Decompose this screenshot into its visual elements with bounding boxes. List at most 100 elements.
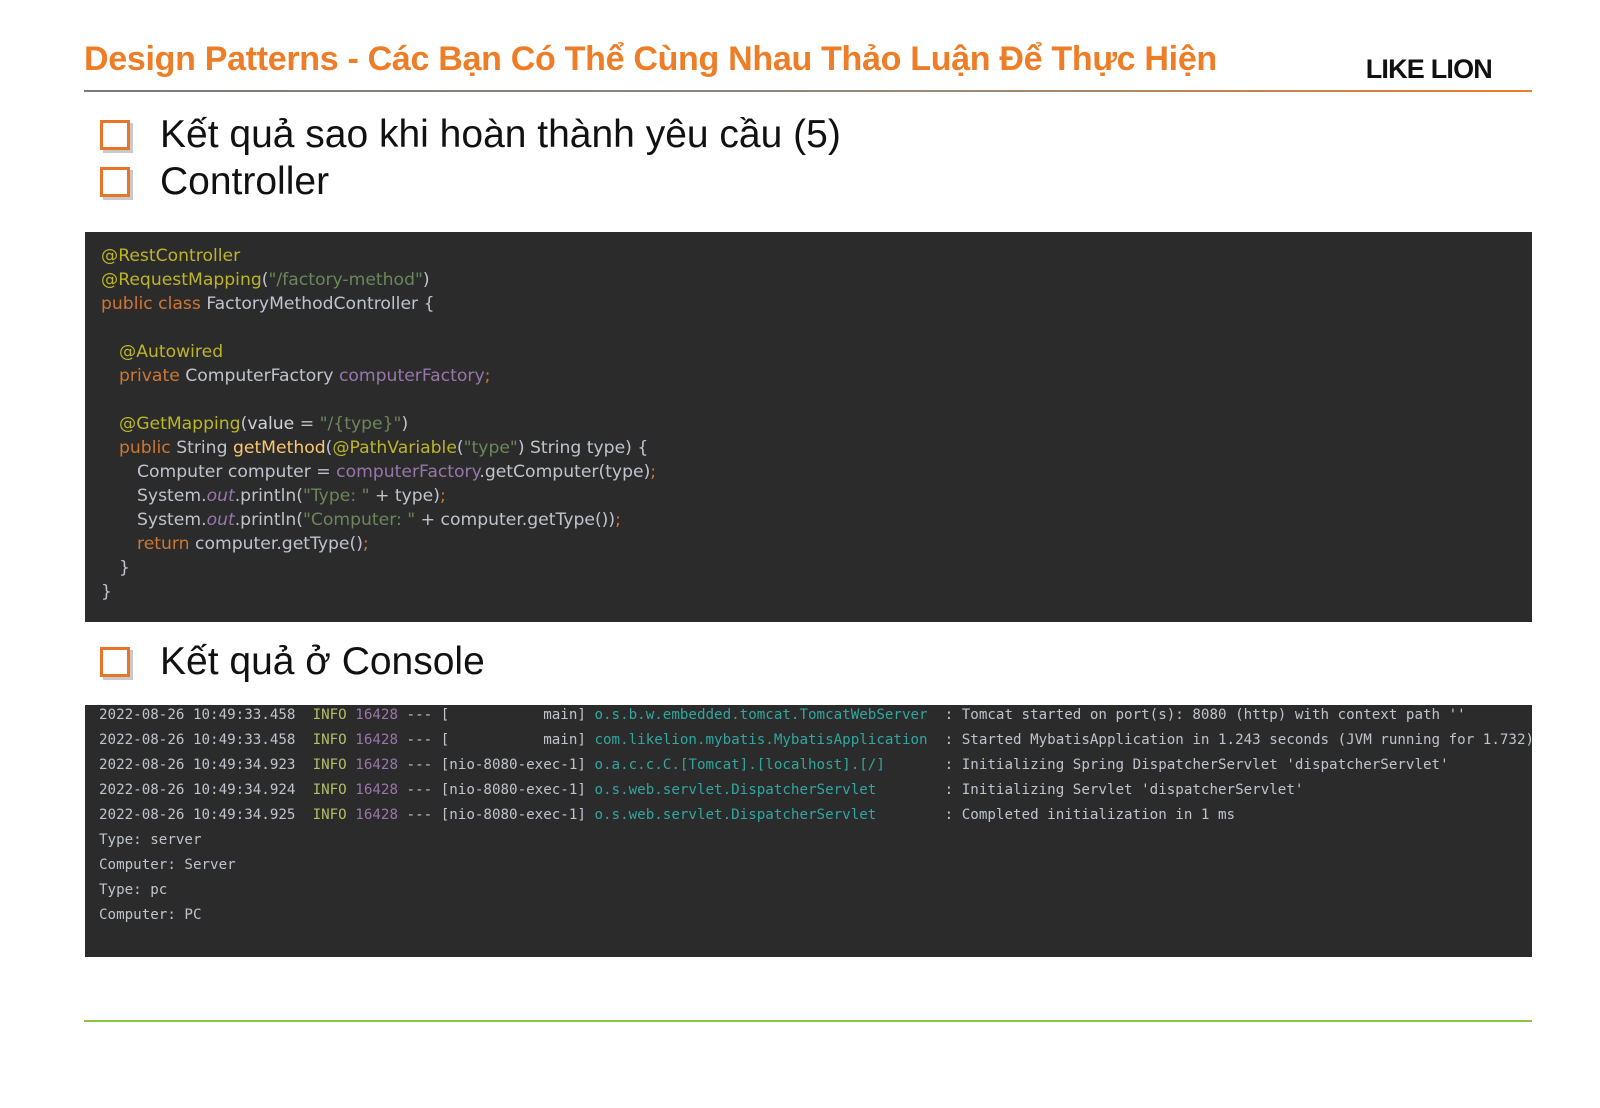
code-line: private ComputerFactory computerFactory; bbox=[119, 364, 490, 388]
log-thread: --- [nio-8080-exec-1] bbox=[398, 807, 595, 823]
code-token: return bbox=[137, 534, 196, 554]
bullet-text: Controller bbox=[160, 160, 330, 203]
code-token: ) String type) { bbox=[517, 438, 649, 458]
console-stdout-line: Type: pc bbox=[99, 882, 168, 898]
console-stdout-line: Type: server bbox=[99, 832, 202, 848]
log-pid: 16428 bbox=[355, 757, 398, 773]
code-token: computer.getType() bbox=[195, 534, 363, 554]
header-divider bbox=[84, 90, 1532, 92]
code-line: } bbox=[119, 556, 130, 580]
code-line: Computer computer = computerFactory.getC… bbox=[137, 460, 656, 484]
code-line: } bbox=[101, 580, 112, 604]
footer-divider bbox=[84, 1020, 1532, 1022]
log-pid: 16428 bbox=[355, 807, 398, 823]
code-token: computerFactory bbox=[338, 366, 485, 386]
checkbox-bullet-icon bbox=[100, 167, 130, 197]
bullet-text: Kết quả sao khi hoàn thành yêu cầu (5) bbox=[160, 113, 841, 156]
log-timestamp: 2022-08-26 10:49:33.458 bbox=[99, 732, 296, 748]
code-line: @GetMapping(value = "/{type}") bbox=[119, 412, 408, 436]
log-thread: --- [nio-8080-exec-1] bbox=[398, 757, 595, 773]
code-token: @RequestMapping bbox=[101, 270, 262, 290]
code-token: ; bbox=[615, 510, 621, 530]
code-token: ; bbox=[362, 534, 369, 554]
log-timestamp: 2022-08-26 10:49:33.458 bbox=[99, 707, 296, 723]
code-token: public bbox=[119, 438, 177, 458]
code-token: @PathVariable bbox=[332, 438, 457, 458]
console-output: 2022-08-26 10:49:33.458 INFO 16428 --- [… bbox=[85, 705, 1532, 957]
log-message: : Completed initialization in 1 ms bbox=[936, 807, 1236, 823]
checkbox-bullet-icon bbox=[100, 647, 130, 677]
code-token: computerFactory bbox=[336, 462, 480, 482]
log-message: : Initializing Servlet 'dispatcherServle… bbox=[936, 782, 1304, 798]
console-stdout-line: Computer: Server bbox=[99, 857, 236, 873]
code-token: "type" bbox=[463, 438, 518, 458]
code-token: } bbox=[119, 558, 130, 578]
code-token: FactoryMethodController { bbox=[206, 294, 435, 314]
log-logger: o.s.web.servlet.DispatcherServlet bbox=[594, 782, 937, 798]
code-token: "Computer: " bbox=[302, 510, 416, 530]
code-token: out bbox=[206, 486, 235, 506]
slide-title: Design Patterns - Các Bạn Có Thể Cùng Nh… bbox=[84, 40, 1217, 78]
log-message: : Initializing Spring DispatcherServlet … bbox=[936, 757, 1449, 773]
log-thread: --- [ main] bbox=[398, 732, 595, 748]
log-level: INFO bbox=[312, 732, 347, 748]
log-pid: 16428 bbox=[355, 707, 398, 723]
code-line: @Autowired bbox=[119, 340, 223, 364]
log-level: INFO bbox=[312, 807, 347, 823]
code-line: public class FactoryMethodController { bbox=[101, 292, 435, 316]
code-token: "/factory-method" bbox=[268, 270, 423, 290]
code-token: ) bbox=[401, 414, 409, 434]
log-thread: --- [nio-8080-exec-1] bbox=[398, 782, 595, 798]
code-token: + computer.getType()) bbox=[415, 510, 616, 530]
code-block: @RestController @RequestMapping("/factor… bbox=[85, 232, 1532, 622]
log-message: : Started MybatisApplication in 1.243 se… bbox=[936, 732, 1532, 748]
log-logger: o.a.c.c.C.[Tomcat].[localhost].[/] bbox=[594, 757, 937, 773]
bullet-controller-heading: Controller bbox=[100, 160, 329, 204]
code-token: .println( bbox=[234, 510, 303, 530]
log-level: INFO bbox=[312, 782, 347, 798]
console-log-line: 2022-08-26 10:49:34.924 INFO 16428 --- [… bbox=[99, 780, 1303, 800]
code-token: @Autowired bbox=[119, 342, 224, 362]
code-token: value bbox=[247, 414, 295, 434]
code-token: getMethod bbox=[232, 438, 326, 458]
log-level: INFO bbox=[312, 757, 347, 773]
code-token: String bbox=[176, 438, 233, 458]
log-thread: --- [ main] bbox=[398, 707, 595, 723]
code-token: out bbox=[206, 510, 235, 530]
code-token: .println( bbox=[234, 486, 303, 506]
code-token: + type) bbox=[369, 486, 440, 506]
console-log-line: 2022-08-26 10:49:34.923 INFO 16428 --- [… bbox=[99, 755, 1449, 775]
bullet-result-heading: Kết quả sao khi hoàn thành yêu cầu (5) bbox=[100, 113, 841, 157]
code-token: "Type: " bbox=[302, 486, 370, 506]
checkbox-bullet-icon bbox=[100, 120, 130, 150]
code-token: "/{type}" bbox=[319, 414, 402, 434]
log-message: : Tomcat started on port(s): 8080 (http)… bbox=[936, 707, 1466, 723]
code-line: @RestController bbox=[101, 244, 240, 268]
code-token: ; bbox=[484, 366, 491, 386]
code-token: .getComputer(type) bbox=[479, 462, 651, 482]
code-line: return computer.getType(); bbox=[137, 532, 369, 556]
log-level: INFO bbox=[312, 707, 347, 723]
console-stdout-line: Computer: PC bbox=[99, 907, 202, 923]
likelion-logo: LIKE LION bbox=[1365, 54, 1493, 84]
log-logger: com.likelion.mybatis.MybatisApplication bbox=[594, 732, 937, 748]
log-logger: o.s.b.w.embedded.tomcat.TomcatWebServer bbox=[594, 707, 937, 723]
code-token: System. bbox=[137, 486, 207, 506]
code-token: } bbox=[101, 582, 112, 602]
code-token: public class bbox=[101, 294, 207, 314]
code-token: Computer computer = bbox=[137, 462, 337, 482]
code-token: System. bbox=[137, 510, 207, 530]
code-line: System.out.println("Type: " + type); bbox=[137, 484, 446, 508]
code-line: System.out.println("Computer: " + comput… bbox=[137, 508, 621, 532]
code-token: @GetMapping bbox=[119, 414, 241, 434]
code-line: @RequestMapping("/factory-method") bbox=[101, 268, 430, 292]
code-token: = bbox=[294, 414, 320, 434]
log-timestamp: 2022-08-26 10:49:34.925 bbox=[99, 807, 296, 823]
bullet-text: Kết quả ở Console bbox=[160, 640, 485, 683]
code-token: ; bbox=[439, 486, 446, 506]
log-timestamp: 2022-08-26 10:49:34.923 bbox=[99, 757, 296, 773]
console-log-line: 2022-08-26 10:49:33.458 INFO 16428 --- [… bbox=[99, 705, 1466, 725]
code-token: ; bbox=[650, 462, 657, 482]
log-pid: 16428 bbox=[355, 782, 398, 798]
log-pid: 16428 bbox=[355, 732, 398, 748]
